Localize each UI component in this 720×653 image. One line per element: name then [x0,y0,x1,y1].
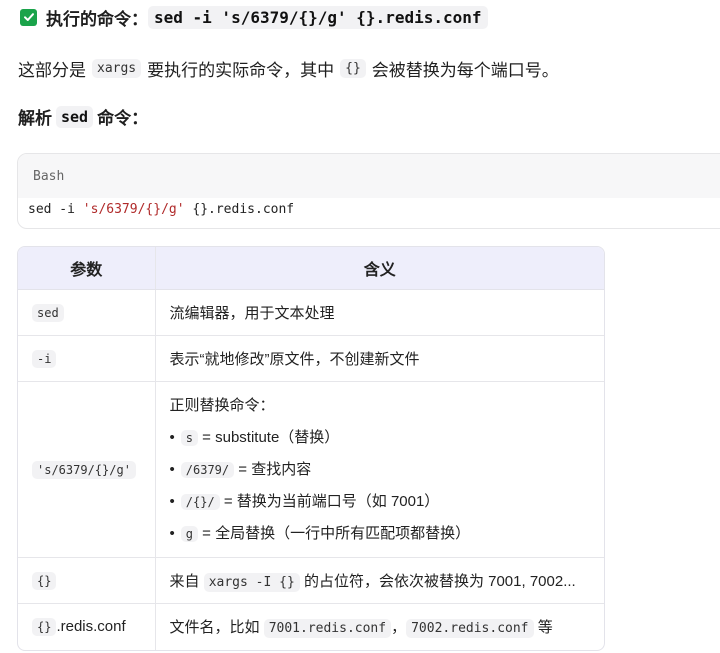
intro-paragraph: 这部分是 xargs 要执行的实际命令，其中 {} 会被替换为每个端口号。 [18,56,559,81]
meaning-separator: ， [391,619,407,637]
meaning-cell: 流编辑器，用于文本处理 [154,289,604,336]
bullet-code: s [180,429,198,446]
list-item: • /{}/ = 替换为当前端口号（如 7001） [170,486,604,518]
bullet-text: = substitute（替换） [202,428,340,446]
regex-intro: 正则替换命令： [169,396,275,414]
meaning-cell: 表示“就地修改”原文件，不创建新文件 [154,335,604,382]
bullet-dot-icon: • [169,428,175,446]
heading2-suffix: 命令： [97,109,149,128]
bullet-text: = 替换为当前端口号（如 7001） [223,492,440,510]
param-cell: -i [18,335,155,382]
bullet-text: = 全局替换（一行中所有匹配项都替换） [202,524,471,542]
params-table: 参数 含义 sed 流编辑器，用于文本处理 -i 表示“就地修改”原文件，不创建… [17,246,605,651]
table-row: 's/6379/{}/g' 正则替换命令： • s = substitute（替换… [18,381,604,558]
meaning-text-1: 文件名，比如 [169,619,260,637]
code-text-start: sed -i [28,202,83,217]
code-block[interactable]: Bash sed -i 's/6379/{}/g' {}.redis.conf [17,153,720,229]
param-code: -i [32,350,57,368]
table-header-row: 参数 含义 [18,247,604,290]
code-string-literal: 's/6379/{}/g' [82,202,185,217]
meaning-text-1: 来自 [169,573,200,590]
intro-text-2: 要执行的实际命令，其中 [147,61,335,80]
heading-command-code: sed -i 's/6379/{}/g' {}.redis.conf [148,5,488,29]
meaning-cell: 文件名，比如 7001.redis.conf， 7002.redis.conf 等 [154,603,604,650]
table-row: {} .redis.conf 文件名，比如 7001.redis.conf， 700… [18,603,604,650]
code-text-end: {}.redis.conf [184,202,295,217]
param-code: sed [32,304,64,322]
heading-prefix: 执行的命令： [46,9,148,29]
bullet-code: /{}/ [180,493,220,510]
bullet-code: g [180,525,198,542]
inline-code-braces: {} [340,59,366,78]
check-icon [20,8,37,26]
param-code: {} [32,618,57,637]
param-suffix: .redis.conf [56,618,126,636]
param-code: {} [32,572,57,590]
column-header-meaning: 含义 [154,247,604,290]
param-code: 's/6379/{}/g' [32,461,136,479]
code-block-header: Bash [18,154,720,198]
section-heading-parse: 解析 sed 命令： [18,104,148,129]
meaning-text-2: 等 [537,619,553,637]
inline-code-xargs: xargs [92,59,142,78]
code-block-content[interactable]: sed -i 's/6379/{}/g' {}.redis.conf [18,198,720,217]
list-item: • s = substitute（替换） [170,422,604,454]
table-row: {} 来自 xargs -I {} 的占位符，会依次被替换为 7001, 700… [18,557,604,604]
bullet-dot-icon: • [169,460,175,478]
table-row: -i 表示“就地修改”原文件，不创建新文件 [18,335,604,382]
meaning-cell: 正则替换命令： • s = substitute（替换） • /6379/ = 查找… [154,381,604,558]
intro-text-3: 会被替换为每个端口号。 [371,61,559,80]
param-cell: {} .redis.conf [18,603,155,650]
meaning-text-2: 的占位符，会依次被替换为 7001, 7002... [303,573,576,590]
bullet-text: = 查找内容 [238,460,312,478]
param-cell: 's/6379/{}/g' [18,381,155,558]
param-cell: {} [18,557,155,604]
table-row: sed 流编辑器，用于文本处理 [18,289,604,336]
list-item: • g = 全局替换（一行中所有匹配项都替换） [170,518,604,550]
bullet-code: /6379/ [180,461,235,478]
heading2-prefix: 解析 [18,109,52,128]
intro-text-1: 这部分是 [18,61,86,80]
meaning-cell: 来自 xargs -I {} 的占位符，会依次被替换为 7001, 7002..… [154,557,604,604]
bullet-dot-icon: • [169,524,175,542]
bullet-dot-icon: • [169,492,175,510]
param-cell: sed [18,289,155,336]
meaning-code: xargs -I {} [203,573,300,592]
code-language-label: Bash [33,168,65,184]
heading2-code: sed [56,105,94,128]
meaning-code-1: 7001.redis.conf [263,619,392,639]
meaning-code-2: 7002.redis.conf [406,619,534,639]
list-item: • /6379/ = 查找内容 [170,454,604,486]
column-header-param: 参数 [18,247,155,290]
section-heading-command: 执行的命令： sed -i 's/6379/{}/g' {}.redis.con… [20,4,488,30]
